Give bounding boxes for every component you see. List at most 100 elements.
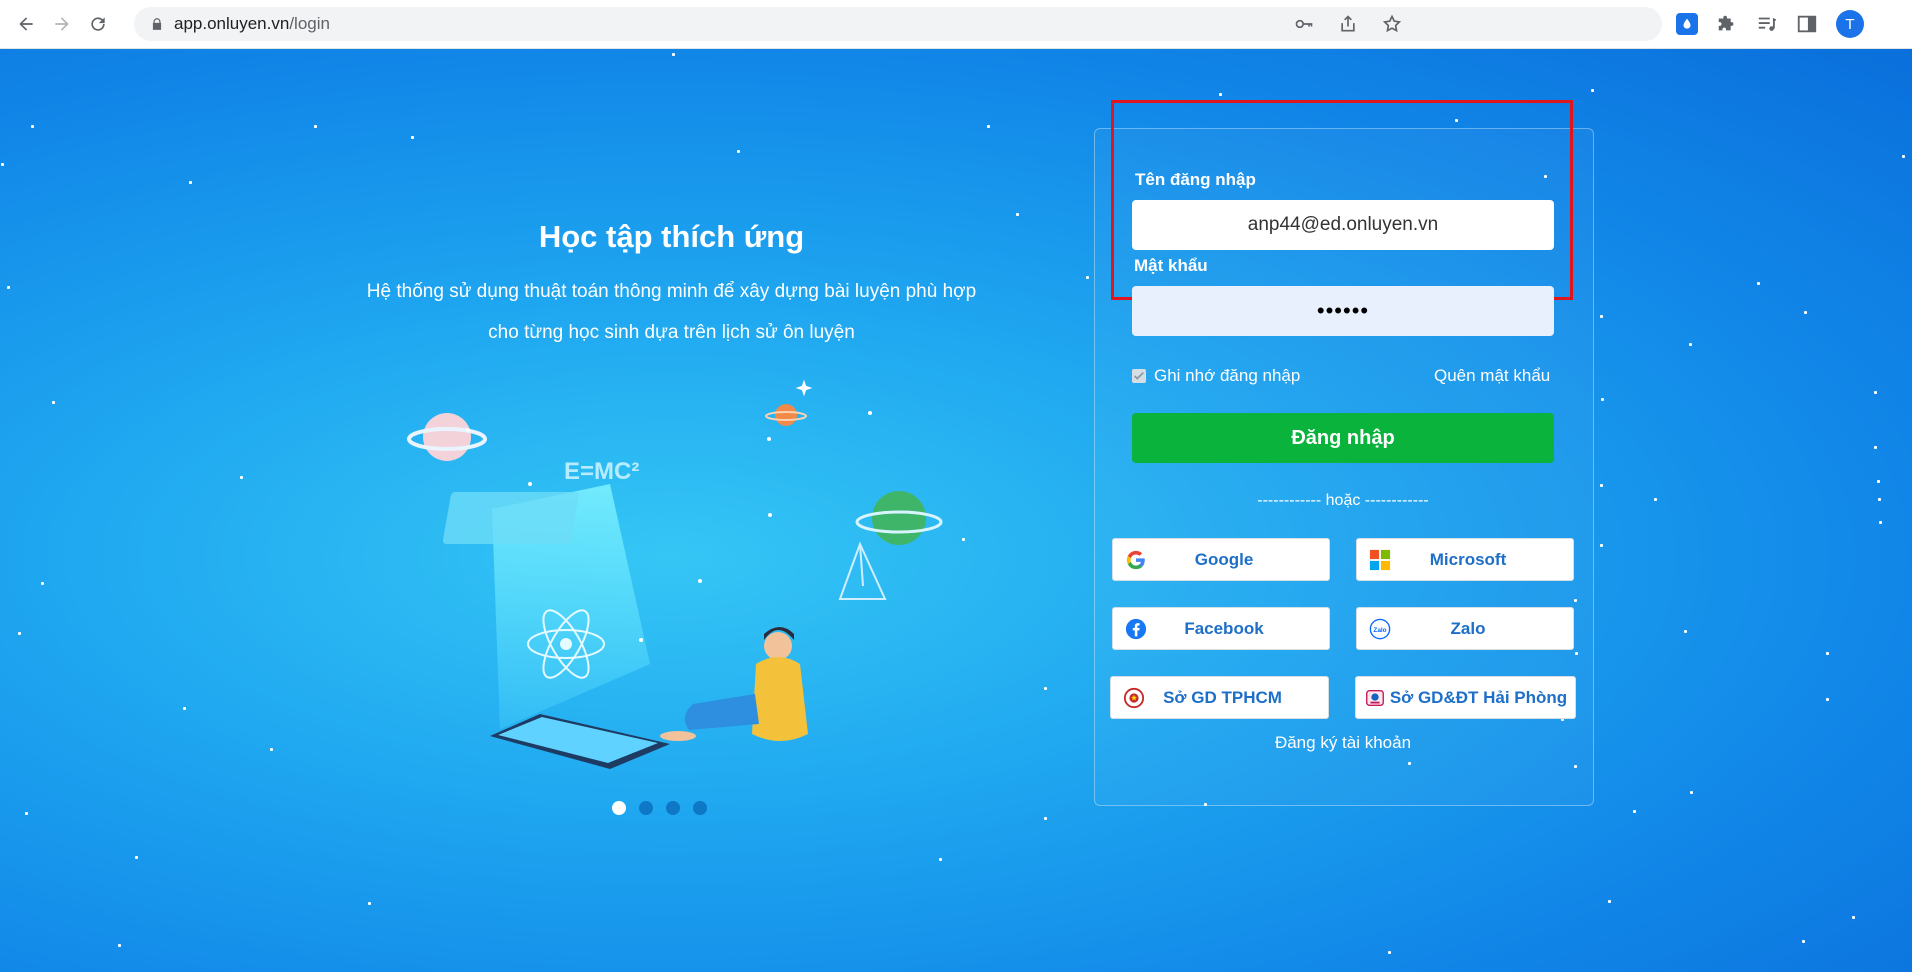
planet-earth-icon [855,491,943,545]
login-page: Học tập thích ứng Hệ thống sử dụng thuật… [0,49,1912,972]
star-dot [270,748,273,751]
key-icon[interactable] [1294,14,1314,34]
password-input[interactable] [1132,286,1554,336]
hcm-dept-login-button[interactable]: Sở GD TPHCM [1110,676,1329,719]
star-dot [1878,498,1881,501]
extensions-puzzle-icon[interactable] [1716,13,1738,35]
zalo-login-button[interactable]: Zalo Zalo [1356,607,1574,650]
google-login-button[interactable]: Google [1112,538,1330,581]
star-dot [1874,446,1877,449]
star-dot [939,858,942,861]
or-divider: ------------ hoặc ------------ [1257,492,1429,509]
star-dot [962,538,965,541]
star-dot [1802,940,1805,943]
star-dot [1600,315,1603,318]
star-dot [189,181,192,184]
forward-icon[interactable] [48,10,76,38]
planet-flask-icon [407,413,487,461]
star-dot [1591,89,1594,92]
planet-small-icon [765,404,807,426]
student-figure [660,627,808,741]
facebook-login-button[interactable]: Facebook [1112,607,1330,650]
star-dot [7,286,10,289]
star-dot [240,476,243,479]
svg-text:Zalo: Zalo [1373,626,1386,633]
side-panel-icon[interactable] [1796,13,1818,35]
bookmark-star-icon[interactable] [1382,14,1402,34]
star-dot [1086,276,1089,279]
carousel-dot[interactable] [639,801,653,815]
login-button[interactable]: Đăng nhập [1132,413,1554,463]
carousel-dot[interactable] [666,801,680,815]
lock-icon [152,18,162,30]
forgot-password-link[interactable]: Quên mật khẩu [1434,366,1550,386]
checkbox-check-icon[interactable] [1132,369,1146,383]
molecule-icon [838,541,887,600]
star-dot [1826,698,1829,701]
star-dot [1600,484,1603,487]
media-queue-icon[interactable] [1756,13,1778,35]
zalo-icon: Zalo [1367,616,1393,642]
star-dot [1654,498,1657,501]
haiphong-emblem-icon [1362,685,1388,711]
haiphong-dept-login-button[interactable]: Sở GD&ĐT Hải Phòng [1355,676,1576,719]
star-dot [1690,791,1693,794]
remember-me-label: Ghi nhớ đăng nhập [1154,366,1301,385]
star-dot [411,136,414,139]
star-dot [52,401,55,404]
address-bar[interactable]: app.onluyen.vn/login [134,7,1662,41]
username-label: Tên đăng nhập [1135,170,1256,189]
hero-title: Học tập thích ứng [538,219,805,254]
browser-toolbar: app.onluyen.vn/login T [0,0,1912,49]
star-dot [1,163,4,166]
star-dot [118,944,121,947]
star-dot [1689,343,1692,346]
username-input[interactable] [1132,200,1554,250]
water-drop-extension-icon[interactable] [1676,13,1698,35]
star-dot [1684,630,1687,633]
star-dot [31,125,34,128]
back-icon[interactable] [12,10,40,38]
star-dot [368,902,371,905]
star-dot [672,53,675,56]
star-dot [135,856,138,859]
profile-avatar[interactable]: T [1836,10,1864,38]
star-dot [1219,93,1222,96]
star-dot [1633,810,1636,813]
star-dot [1874,391,1877,394]
star-dot [1852,916,1855,919]
facebook-icon [1123,616,1149,642]
carousel-dots [612,801,707,815]
star-dot [1601,398,1604,401]
remember-me-checkbox[interactable]: Ghi nhớ đăng nhập [1132,366,1300,386]
star-dot [25,812,28,815]
carousel-dot[interactable] [612,801,626,815]
star-dot [1757,282,1760,285]
star-dot [737,150,740,153]
star-dot [1044,687,1047,690]
haiphong-dept-label: Sở GD&ĐT Hải Phòng [1389,687,1568,707]
star-dot [1608,900,1611,903]
microsoft-icon [1367,547,1393,573]
star-dot [1804,311,1807,314]
star-dot [1877,480,1880,483]
star-dot [183,707,186,710]
share-icon[interactable] [1338,14,1358,34]
carousel-dot[interactable] [693,801,707,815]
star-dot [314,125,317,128]
star-dot [987,125,990,128]
star-dot [41,582,44,585]
formula-text: E=MC² [564,458,639,485]
learning-illustration: E=MC² [407,379,943,769]
microsoft-login-button[interactable]: Microsoft [1356,538,1574,581]
reload-icon[interactable] [84,10,112,38]
star-dot [1388,951,1391,954]
register-link[interactable]: Đăng ký tài khoản [1132,733,1554,753]
hero-subtitle-line-1: Hệ thống sử dụng thuật toán thông minh đ… [366,281,977,302]
zalo-label: Zalo [1450,618,1486,638]
hero-subtitle: Hệ thống sử dụng thuật toán thông minh đ… [343,271,1000,353]
hcm-dept-label: Sở GD TPHCM [1163,687,1282,707]
microsoft-label: Microsoft [1429,549,1507,569]
star-dot [1879,521,1882,524]
hcm-emblem-icon [1121,685,1147,711]
